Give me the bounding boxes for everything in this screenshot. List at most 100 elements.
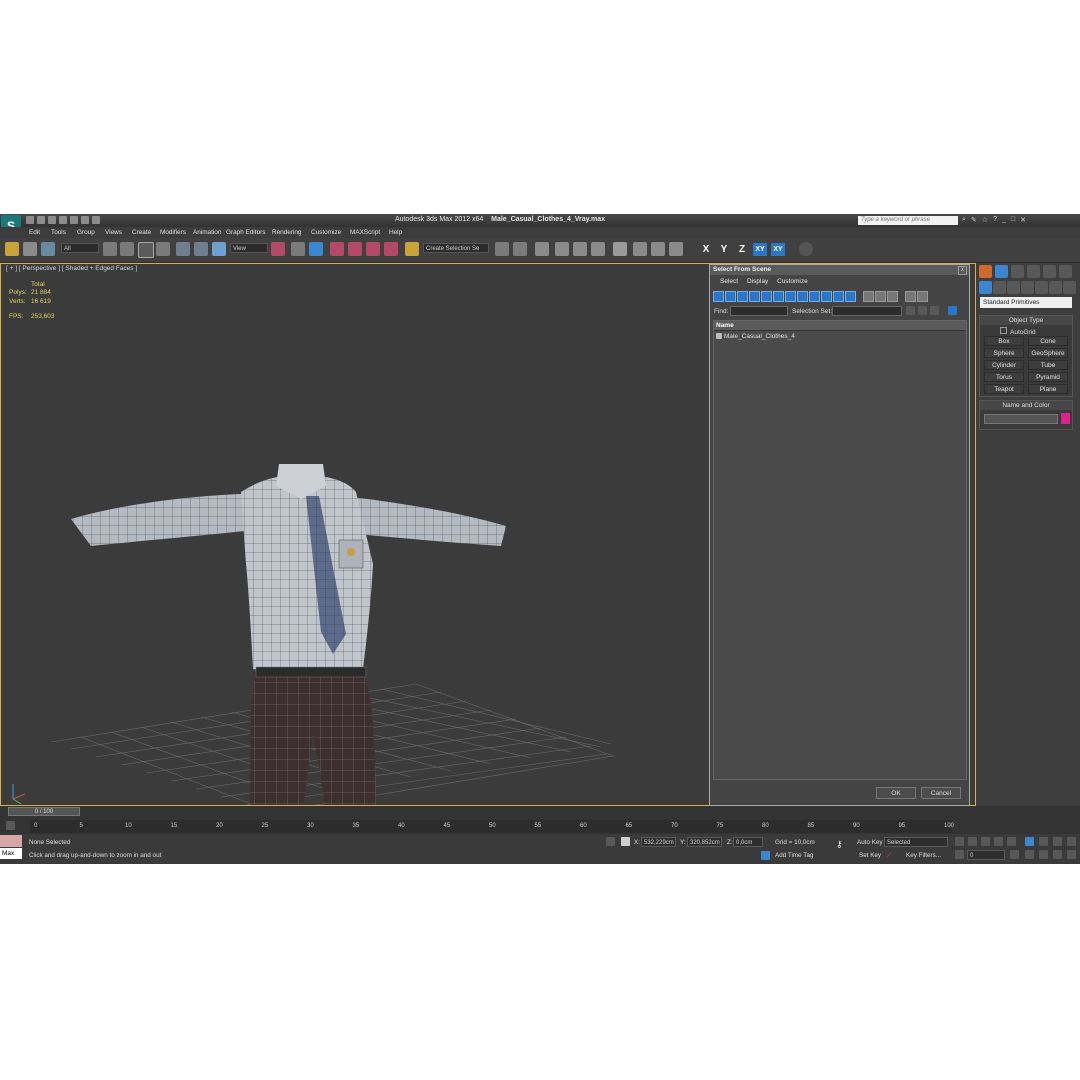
display-containers-icon[interactable] <box>821 291 832 302</box>
motion-tab-icon[interactable] <box>1027 265 1040 278</box>
default-in-out-tangent-icon[interactable]: ⟋ <box>886 851 892 861</box>
comm-center-icon[interactable]: ✎ <box>971 216 977 224</box>
display-shapes-icon[interactable] <box>725 291 736 302</box>
mirror-icon[interactable] <box>495 242 509 256</box>
menu-views[interactable]: Views <box>105 229 122 236</box>
select-object-icon[interactable] <box>103 242 117 256</box>
axis-y-button[interactable]: Y <box>717 243 731 256</box>
ok-button[interactable]: OK <box>876 787 916 799</box>
name-color-header[interactable]: Name and Color <box>980 401 1072 410</box>
select-none-icon[interactable] <box>918 306 927 315</box>
filter-options-icon[interactable] <box>917 291 928 302</box>
cone-button[interactable]: Cone <box>1028 336 1068 346</box>
dialog-menu-display[interactable]: Display <box>747 278 768 285</box>
display-groups-icon[interactable] <box>785 291 796 302</box>
help-icon[interactable]: ? <box>993 216 997 224</box>
curve-editor-icon[interactable] <box>573 242 587 256</box>
time-slider[interactable]: 0 / 100 <box>8 807 80 816</box>
mini-curve-editor-icon[interactable] <box>6 821 15 830</box>
select-manipulate-icon[interactable] <box>291 242 305 256</box>
box-button[interactable]: Box <box>984 336 1024 346</box>
snaps-toggle-icon[interactable] <box>330 242 344 256</box>
time-configuration-icon[interactable] <box>1010 850 1019 859</box>
time-tag-icon[interactable] <box>761 851 770 860</box>
rotate-icon[interactable] <box>194 242 208 256</box>
menu-animation[interactable]: Animation <box>193 229 221 236</box>
key-mode-dropdown[interactable]: Selected <box>884 837 948 847</box>
key-filters-button[interactable]: Key Filters... <box>906 852 941 859</box>
display-none-icon[interactable] <box>875 291 886 302</box>
menu-maxscript[interactable]: MAXScript <box>350 229 380 236</box>
link-icon[interactable] <box>5 242 19 256</box>
pyramid-button[interactable]: Pyramid <box>1028 372 1068 382</box>
align-icon[interactable] <box>513 242 527 256</box>
binoculars-icon[interactable]: ⌕ <box>962 216 966 224</box>
display-all-icon[interactable] <box>863 291 874 302</box>
spinner-snap-icon[interactable] <box>384 242 398 256</box>
add-time-tag[interactable]: Add Time Tag <box>775 852 813 859</box>
move-icon[interactable] <box>176 242 190 256</box>
list-item[interactable]: Male_Casual_Clothes_4 <box>714 331 966 342</box>
display-lights-icon[interactable] <box>737 291 748 302</box>
track-bar[interactable]: 0 5 10 15 20 25 30 35 40 45 50 55 60 65 70 75 80 85 90 95 10… <box>30 820 954 833</box>
helpers-category-icon[interactable] <box>1035 281 1048 294</box>
z-coordinate-field[interactable]: 0,0cm <box>733 837 763 847</box>
material-editor-icon[interactable] <box>613 242 627 256</box>
pan-view-icon[interactable] <box>1039 850 1048 859</box>
hierarchy-tab-icon[interactable] <box>1011 265 1024 278</box>
sphere-button[interactable]: Sphere <box>984 348 1024 358</box>
rectangular-selection-icon[interactable] <box>138 242 154 258</box>
set-key-button[interactable]: Set Key <box>859 852 881 859</box>
x-coordinate-field[interactable]: 532,229cm <box>641 837 676 847</box>
pivot-center-icon[interactable] <box>271 242 285 256</box>
menu-create[interactable]: Create <box>132 229 151 236</box>
utilities-tab-icon[interactable] <box>1059 265 1072 278</box>
rendered-frame-window-icon[interactable] <box>651 242 665 256</box>
create-tab-icon[interactable] <box>979 265 992 278</box>
field-of-view-icon[interactable] <box>1025 850 1034 859</box>
scale-icon[interactable] <box>212 242 226 256</box>
absolute-mode-icon[interactable] <box>621 837 630 846</box>
plane-button[interactable]: Plane <box>1028 384 1068 394</box>
y-coordinate-field[interactable]: 320,852cm <box>687 837 722 847</box>
menu-customize[interactable]: Customize <box>311 229 341 236</box>
favorites-icon[interactable]: ☆ <box>982 216 988 224</box>
scene-object-list[interactable]: Name Male_Casual_Clothes_4 <box>713 320 967 780</box>
display-geometry-icon[interactable] <box>713 291 724 302</box>
object-name-input[interactable] <box>984 414 1058 424</box>
spacewarps-category-icon[interactable] <box>1049 281 1062 294</box>
brush-presets-icon[interactable] <box>799 242 813 256</box>
render-production-icon[interactable] <box>669 242 683 256</box>
torus-button[interactable]: Torus <box>984 372 1024 382</box>
column-header-name[interactable]: Name <box>714 321 966 331</box>
menu-rendering[interactable]: Rendering <box>272 229 302 236</box>
schematic-view-icon[interactable] <box>591 242 605 256</box>
lights-category-icon[interactable] <box>1007 281 1020 294</box>
axis-xy-cycle-button[interactable]: XY <box>771 243 785 256</box>
teapot-button[interactable]: Teapot <box>984 384 1024 394</box>
minimize-icon[interactable]: _ <box>1002 216 1006 224</box>
modify-tab-icon[interactable] <box>995 265 1008 278</box>
axis-xy-button[interactable]: XY <box>753 243 767 256</box>
filter-icon[interactable] <box>905 291 916 302</box>
maximize-icon[interactable]: □ <box>1011 216 1015 224</box>
menu-graph-editors[interactable]: Graph Editors <box>226 229 265 236</box>
previous-frame-icon[interactable] <box>968 837 977 846</box>
display-frozen-icon[interactable] <box>833 291 844 302</box>
current-frame-field[interactable]: 0 <box>967 850 1005 860</box>
select-by-name-icon[interactable] <box>120 242 134 256</box>
close-icon[interactable]: ✕ <box>1020 216 1026 224</box>
dialog-menu-customize[interactable]: Customize <box>777 278 808 285</box>
help-search-input[interactable]: Type a keyword or phrase <box>858 216 958 225</box>
set-key-icon[interactable]: ⚷ <box>836 839 843 850</box>
keyboard-shortcut-override-icon[interactable] <box>309 242 323 256</box>
key-mode-toggle-icon[interactable] <box>955 850 964 859</box>
auto-key-button[interactable]: Auto Key <box>857 839 883 846</box>
zoom-all-icon[interactable] <box>1039 837 1048 846</box>
reference-coord-dropdown[interactable]: View <box>230 243 268 253</box>
unlink-icon[interactable] <box>23 242 37 256</box>
edit-named-selection-icon[interactable] <box>405 242 419 256</box>
menu-edit[interactable]: Edit <box>29 229 40 236</box>
object-type-header[interactable]: Object Type <box>980 316 1072 325</box>
menu-help[interactable]: Help <box>389 229 402 236</box>
